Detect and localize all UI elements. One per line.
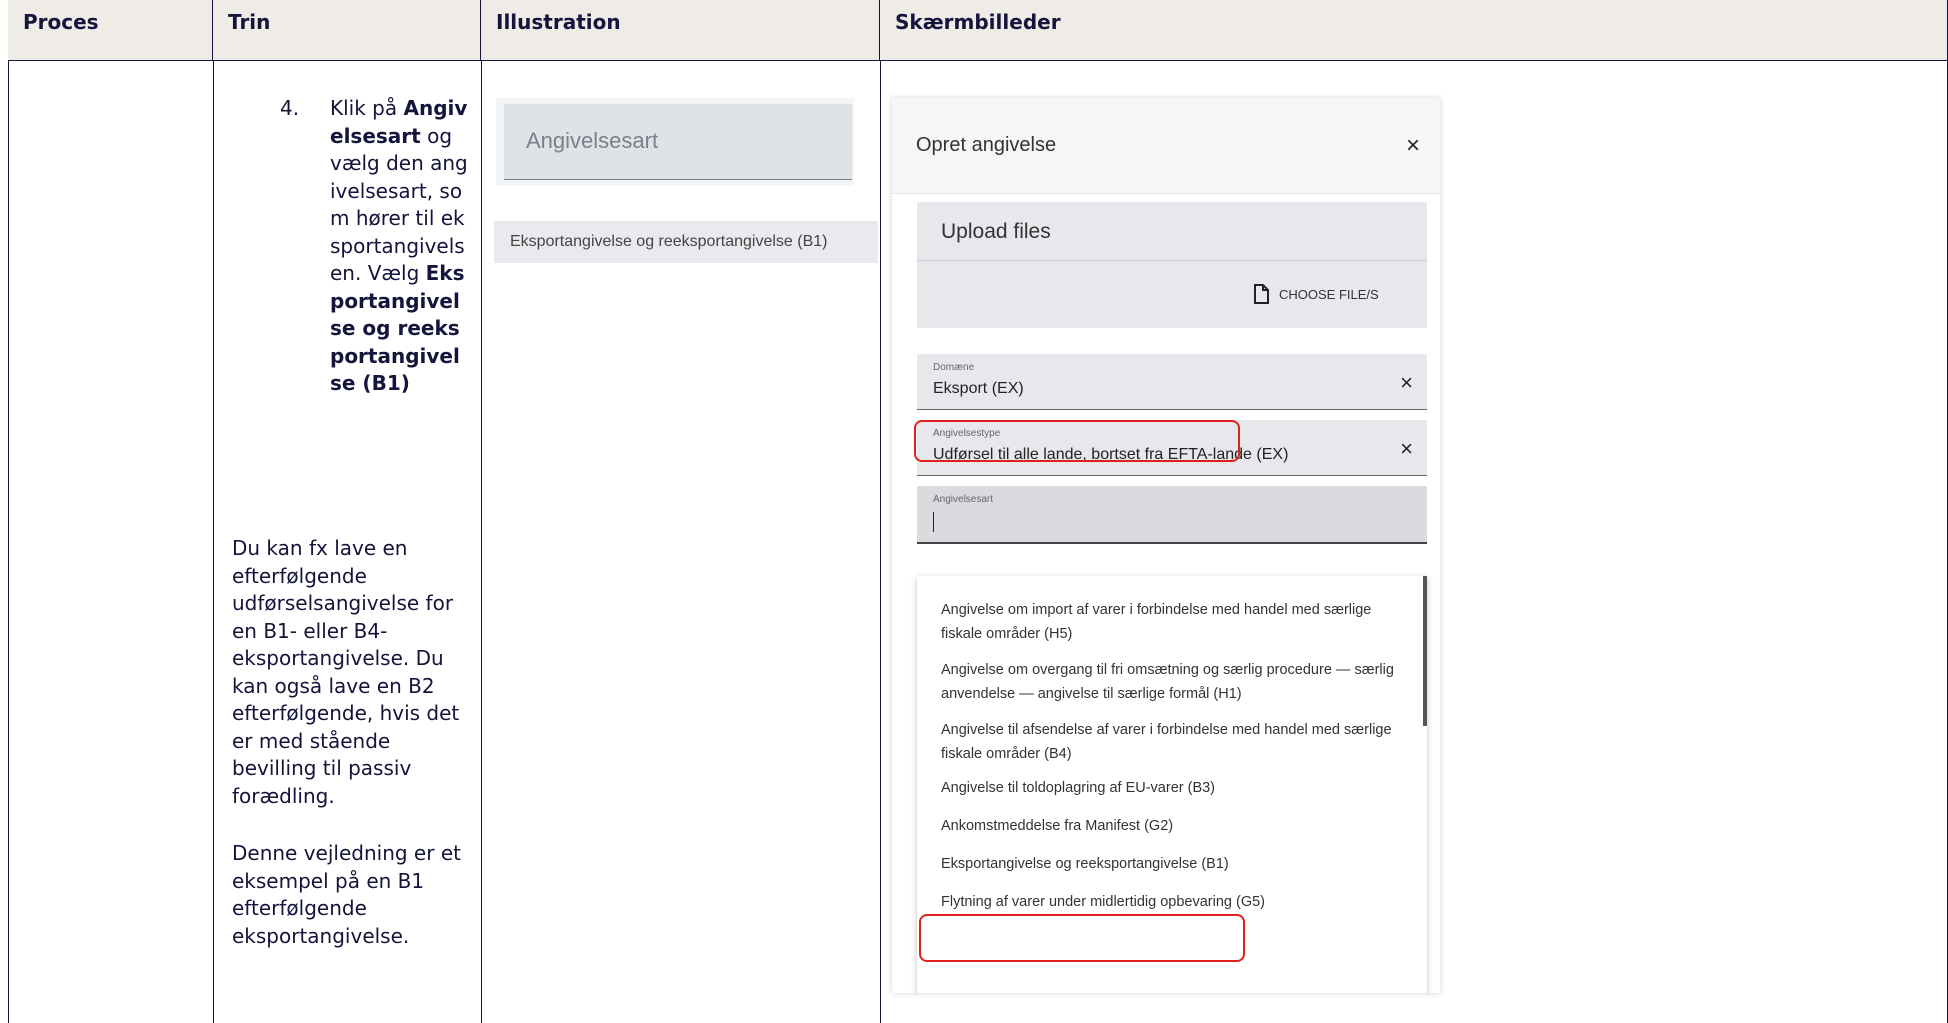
upload-title: Upload files [941, 220, 1051, 243]
opret-angivelse-dialog: Opret angivelse × Upload files CHOOSE FI… [892, 98, 1440, 993]
dialog-header: Opret angivelse × [892, 98, 1440, 194]
highlight-field-box [914, 420, 1240, 462]
header-trin: Trin [213, 0, 481, 61]
dropdown-scrollbar[interactable] [1423, 576, 1427, 726]
dropdown-option[interactable]: Angivelse om overgang til fri omsætning … [941, 658, 1401, 706]
paragraph-example: Denne vejledning er et eksempel på en B1… [232, 841, 461, 948]
angivelsesart-field[interactable]: Angivelsesart [917, 486, 1427, 544]
choose-files-button[interactable]: CHOOSE FILE/S [1253, 284, 1379, 304]
upload-section: Upload files CHOOSE FILE/S [917, 202, 1427, 328]
dropdown-option[interactable]: Angivelse til toldoplagring af EU-varer … [941, 776, 1401, 800]
header-skaermbilleder: Skærmbilleder [880, 0, 1948, 61]
text-caret [933, 512, 934, 532]
field-value: Eksport (EX) [933, 380, 1024, 397]
dropdown-option-b1[interactable]: Eksportangivelse og reeksportangivelse (… [941, 852, 1401, 876]
angivelsesart-field-illustration: Angivelsesart [504, 104, 852, 180]
close-icon[interactable]: × [1406, 134, 1420, 158]
upload-divider [917, 260, 1427, 261]
paragraph-note: Du kan fx lave en efterfølgende udførsel… [232, 536, 460, 808]
field-label: Domæne [933, 362, 975, 373]
dialog-title: Opret angivelse [916, 134, 1057, 156]
dropdown-option[interactable]: Angivelse til afsendelse af varer i forb… [941, 718, 1401, 766]
choose-files-label: CHOOSE FILE/S [1279, 286, 1379, 302]
column-divider [880, 61, 881, 1023]
clear-icon[interactable]: × [1400, 370, 1413, 396]
dropdown-option[interactable]: Ankomstmeddelse fra Manifest (G2) [941, 814, 1401, 838]
column-divider [213, 61, 214, 1023]
file-icon [1254, 284, 1269, 304]
highlight-option-box [919, 914, 1245, 962]
field-label: Angivelsesart [933, 494, 994, 505]
step-text: Klik på Angivelsesart og vælg den angive… [330, 96, 468, 395]
option-illustration: Eksportangivelse og reeksportangivelse (… [494, 221, 878, 263]
domaene-field[interactable]: Domæne Eksport (EX) × [917, 354, 1427, 410]
step-number: 4. [280, 96, 300, 120]
column-divider [481, 61, 482, 1023]
dropdown-option[interactable]: Angivelse om import af varer i forbindel… [941, 598, 1401, 646]
dropdown-option[interactable]: Flytning af varer under midlertidig opbe… [941, 890, 1401, 914]
header-proces: Proces [8, 0, 213, 61]
clear-icon[interactable]: × [1400, 436, 1413, 462]
header-illustration: Illustration [481, 0, 880, 61]
